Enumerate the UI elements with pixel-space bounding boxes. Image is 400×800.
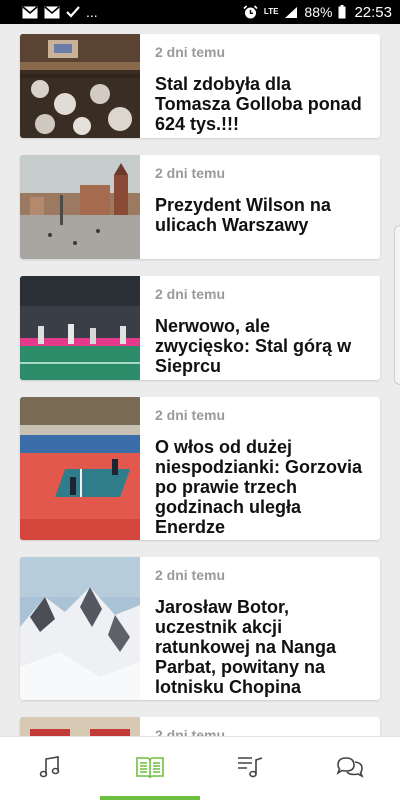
news-thumbnail (20, 155, 140, 259)
news-date: 2 dni temu (155, 286, 226, 302)
news-date: 2 dni temu (155, 44, 226, 60)
news-card[interactable]: 2 dni temu Stal zdobyła dla Tomasza Goll… (20, 34, 380, 138)
bottom-navigation (0, 736, 400, 800)
news-thumbnail (20, 717, 140, 736)
news-thumbnail (20, 34, 140, 138)
news-title[interactable]: Nerwowo, ale zwycięsko: Stal górą w Siep… (155, 316, 366, 376)
mail-icon (22, 5, 38, 19)
battery-percent: 88% (304, 4, 333, 20)
news-date: 2 dni temu (155, 165, 226, 181)
signal-icon (284, 6, 298, 19)
nav-playlist[interactable] (200, 737, 300, 800)
news-thumbnail (20, 557, 140, 700)
edge-panel-handle[interactable] (394, 225, 400, 385)
check-icon (66, 6, 80, 18)
news-date: 2 dni temu (155, 407, 226, 423)
news-thumbnail (20, 276, 140, 380)
news-card[interactable]: 2 dni temu O włos od dużej niespodzianki… (20, 397, 380, 540)
status-bar: ... LTE 88% 22:53 (0, 0, 400, 24)
status-bar-system: LTE 88% 22:53 (243, 4, 392, 21)
news-card-body: 2 dni temu (140, 717, 380, 736)
lte-icon: LTE (263, 7, 279, 16)
nav-news[interactable] (100, 737, 200, 800)
mail-icon (44, 5, 60, 19)
more-indicator: ... (86, 4, 98, 20)
news-card-body: 2 dni temu Prezydent Wilson na ulicach W… (140, 155, 380, 259)
news-date: 2 dni temu (155, 567, 226, 583)
news-title[interactable]: O włos od dużej niespodzianki: Gorzovia … (155, 437, 366, 537)
alarm-icon (243, 4, 258, 20)
news-thumbnail (20, 397, 140, 540)
news-title[interactable]: Stal zdobyła dla Tomasza Golloba ponad 6… (155, 74, 366, 134)
news-title[interactable]: Jarosław Botor, uczestnik akcji ratunkow… (155, 597, 366, 697)
news-card[interactable]: 2 dni temu Jarosław Botor, uczestnik akc… (20, 557, 380, 700)
music-note-icon (37, 754, 63, 785)
chat-icon (336, 755, 364, 784)
news-card-body: 2 dni temu Stal zdobyła dla Tomasza Goll… (140, 34, 380, 138)
battery-icon (338, 5, 346, 19)
news-card[interactable]: 2 dni temu (20, 717, 380, 736)
news-card-body: 2 dni temu Jarosław Botor, uczestnik akc… (140, 557, 380, 700)
news-date: 2 dni temu (155, 727, 226, 736)
playlist-icon (236, 754, 264, 785)
news-icon (136, 755, 164, 784)
status-bar-notifications: ... (22, 4, 98, 20)
news-feed[interactable]: 2 dni temu Stal zdobyła dla Tomasza Goll… (0, 24, 400, 736)
nav-chat[interactable] (300, 737, 400, 800)
news-card-body: 2 dni temu O włos od dużej niespodzianki… (140, 397, 380, 540)
nav-music[interactable] (0, 737, 100, 800)
news-card-body: 2 dni temu Nerwowo, ale zwycięsko: Stal … (140, 276, 380, 380)
news-title[interactable]: Prezydent Wilson na ulicach Warszawy (155, 195, 366, 235)
news-card[interactable]: 2 dni temu Nerwowo, ale zwycięsko: Stal … (20, 276, 380, 380)
clock: 22:53 (354, 3, 392, 21)
news-card[interactable]: 2 dni temu Prezydent Wilson na ulicach W… (20, 155, 380, 259)
